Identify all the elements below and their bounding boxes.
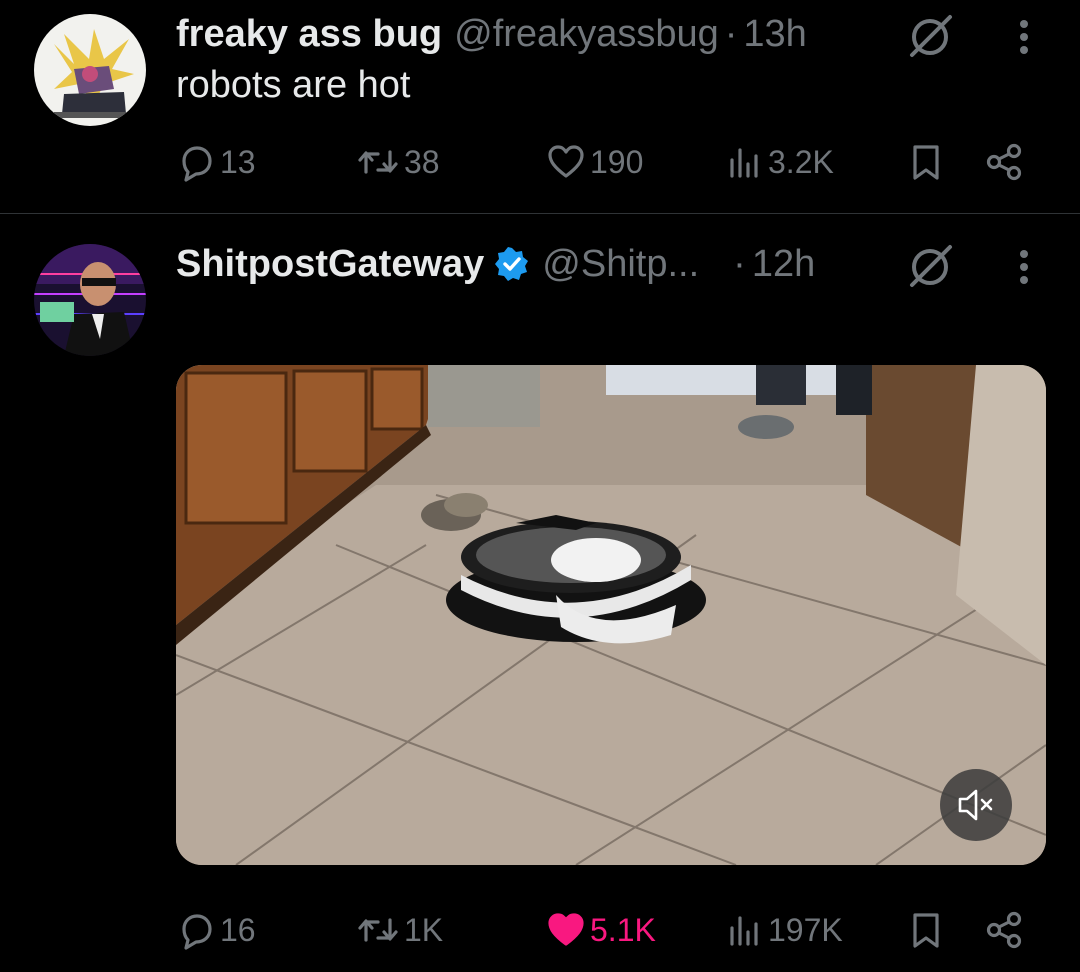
timestamp[interactable]: 13h <box>743 13 806 56</box>
video-frame <box>176 365 1046 865</box>
action-bar: 13 38 190 3.2K <box>176 132 1030 192</box>
like-icon <box>548 145 584 178</box>
more-icon[interactable] <box>1004 12 1044 62</box>
retweet-count: 38 <box>404 143 440 180</box>
tweet[interactable]: freaky ass bug @freakyassbug · 13h robot… <box>0 0 1080 214</box>
views-icon <box>730 148 758 178</box>
display-name[interactable]: freaky ass bug <box>176 13 442 56</box>
reply-button[interactable]: 13 <box>176 132 256 192</box>
like-count: 190 <box>590 143 644 180</box>
grok-icon[interactable] <box>904 10 956 62</box>
reply-button[interactable]: 16 <box>176 900 256 960</box>
share-icon <box>986 143 1022 181</box>
tweet[interactable]: ShitpostGateway @Shitp... · 12h 16 1K 5.… <box>0 214 1080 972</box>
reply-count: 13 <box>220 143 256 180</box>
view-count: 3.2K <box>768 143 834 180</box>
verified-icon <box>494 246 530 282</box>
grok-icon[interactable] <box>904 240 956 292</box>
retweet-icon <box>358 150 398 174</box>
reply-icon <box>182 146 212 182</box>
views-button[interactable]: 197K <box>724 900 843 960</box>
views-button[interactable]: 3.2K <box>724 132 834 192</box>
separator-dot: · <box>733 242 746 285</box>
video-player[interactable] <box>176 365 1046 865</box>
view-count: 197K <box>768 911 843 948</box>
retweet-button[interactable]: 38 <box>356 132 440 192</box>
like-button[interactable]: 190 <box>546 132 643 192</box>
separator-dot: · <box>724 12 738 55</box>
mute-button[interactable] <box>940 769 1012 841</box>
action-bar: 16 1K 5.1K 197K <box>176 900 1030 960</box>
avatar[interactable] <box>34 14 146 126</box>
share-button[interactable] <box>984 132 1024 192</box>
retweet-count: 1K <box>404 911 444 948</box>
bookmark-button[interactable] <box>906 900 946 960</box>
like-button[interactable]: 5.1K <box>546 900 656 960</box>
tweet-text: robots are hot <box>176 64 411 106</box>
like-icon <box>548 913 584 946</box>
share-button[interactable] <box>984 900 1024 960</box>
timestamp[interactable]: 12h <box>752 243 815 286</box>
retweet-button[interactable]: 1K <box>356 900 443 960</box>
reply-count: 16 <box>220 911 256 948</box>
reply-icon <box>182 914 212 950</box>
retweet-icon <box>358 918 398 942</box>
like-count: 5.1K <box>590 911 656 948</box>
bookmark-icon <box>913 913 939 948</box>
bookmark-icon <box>913 145 939 180</box>
user-handle[interactable]: @Shitp... <box>542 243 699 286</box>
display-name[interactable]: ShitpostGateway <box>176 243 484 286</box>
share-icon <box>986 911 1022 949</box>
avatar[interactable] <box>34 244 146 356</box>
mute-icon <box>958 789 993 821</box>
views-icon <box>730 916 758 946</box>
user-handle[interactable]: @freakyassbug <box>454 13 719 56</box>
bookmark-button[interactable] <box>906 132 946 192</box>
more-icon[interactable] <box>1004 242 1044 292</box>
